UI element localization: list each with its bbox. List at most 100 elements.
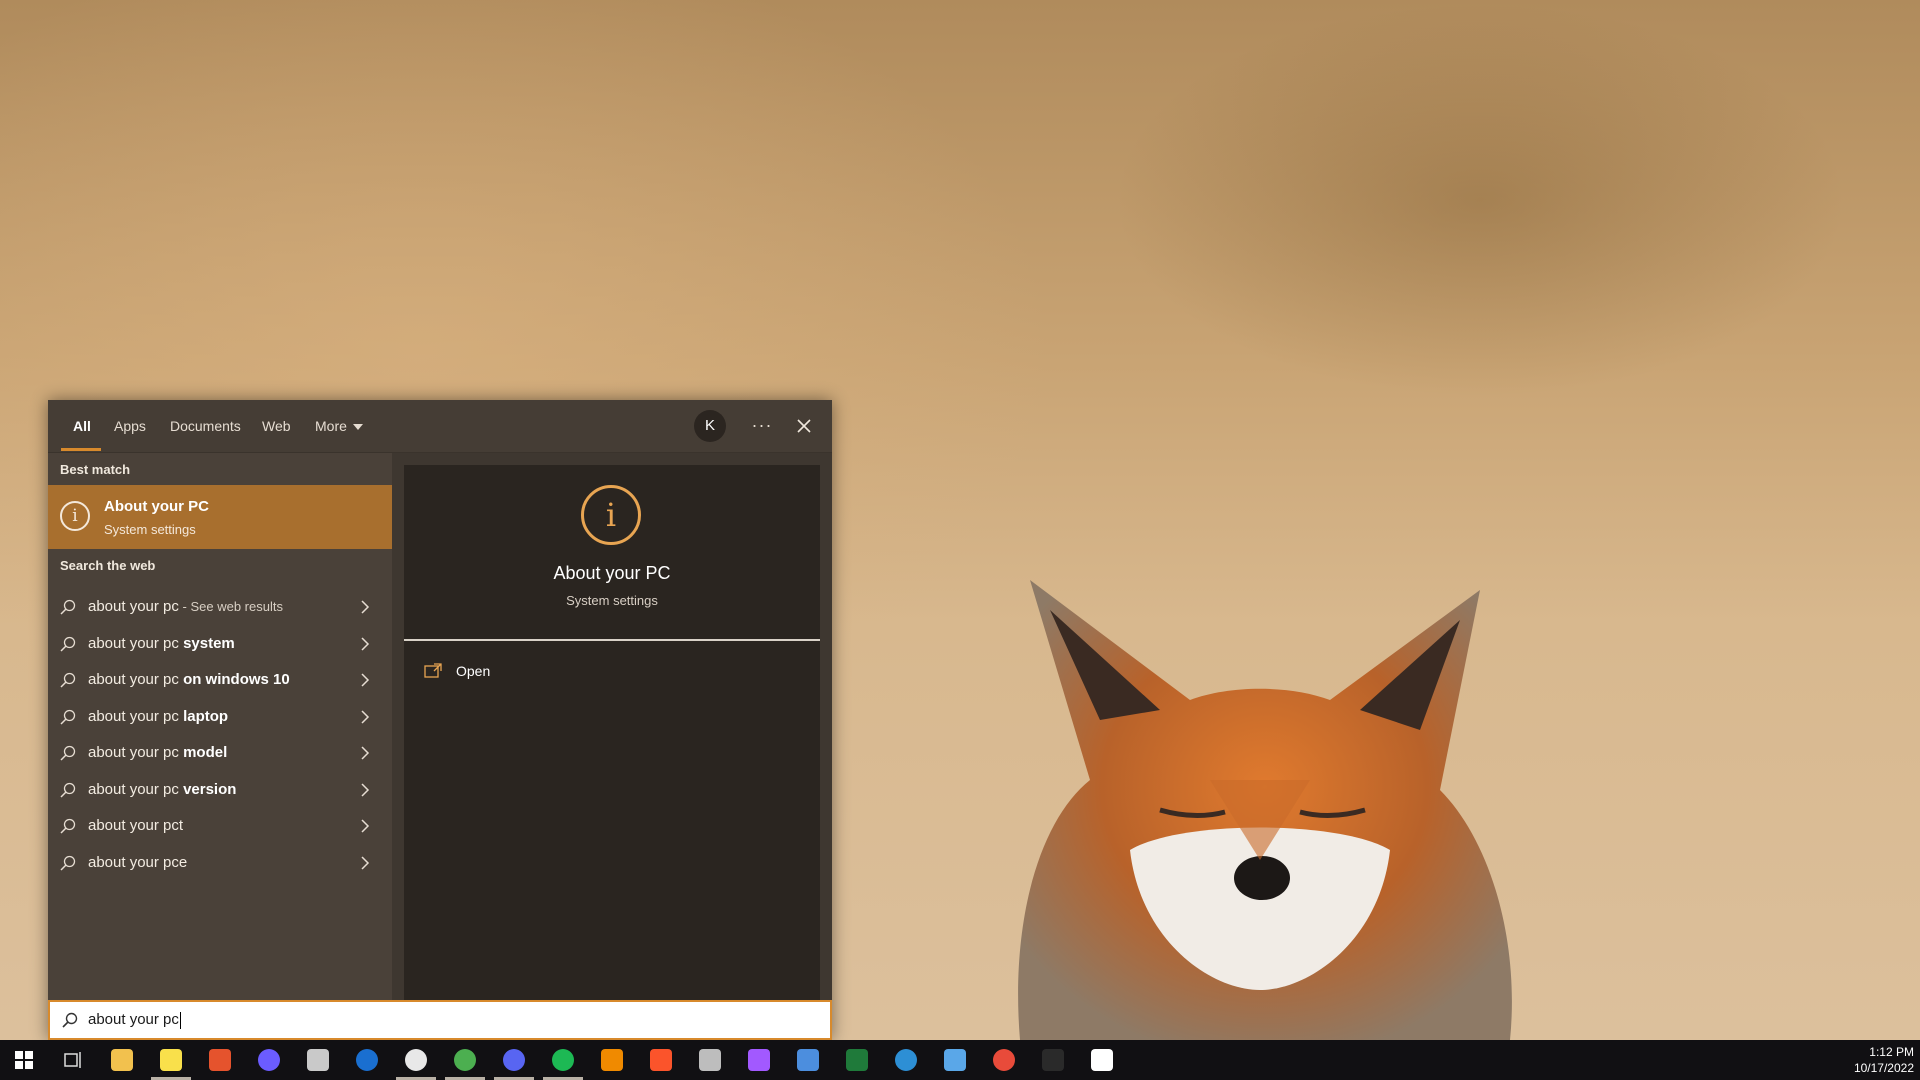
vlc-button[interactable] <box>588 1040 636 1080</box>
search-query: about your pc <box>88 1011 179 1028</box>
tab-documents[interactable]: Documents <box>170 400 241 452</box>
search-icon <box>60 855 76 871</box>
web-result-text: about your pct <box>88 817 183 834</box>
green-app-icon <box>846 1049 868 1071</box>
chevron-right-icon <box>361 673 370 687</box>
windows-icon <box>13 1049 35 1071</box>
web-result-text: about your pc version <box>88 781 236 798</box>
web-result-text: about your pc system <box>88 635 235 652</box>
preview-divider <box>404 639 820 641</box>
search-icon <box>60 709 76 725</box>
app-dots-button[interactable] <box>931 1040 979 1080</box>
web-result-bold: version <box>183 780 237 798</box>
grid-app-icon <box>797 1049 819 1071</box>
search-query-text: about your pc <box>88 1011 181 1029</box>
tab-more[interactable]: More <box>315 400 363 452</box>
open-action-label: Open <box>456 663 491 679</box>
brave-icon <box>650 1049 672 1071</box>
dots-app-icon <box>944 1049 966 1071</box>
web-result-item[interactable]: about your pc - See web results <box>48 589 392 625</box>
web-result-text: about your pc on windows 10 <box>88 671 290 688</box>
web-result-item[interactable]: about your pc on windows 10 <box>48 662 392 698</box>
app-mu-button[interactable] <box>882 1040 930 1080</box>
purple-app-icon <box>258 1049 280 1071</box>
search-icon <box>60 636 76 652</box>
search-icon <box>60 782 76 798</box>
figma-icon <box>748 1049 770 1071</box>
close-icon <box>797 419 811 433</box>
web-result-text: about your pc model <box>88 744 227 761</box>
web-result-suffix: - See web results <box>178 599 283 614</box>
web-result-prefix: about your pc <box>88 707 184 725</box>
task-view-button[interactable] <box>49 1040 97 1080</box>
web-result-prefix: about your pct <box>88 817 184 834</box>
tab-apps[interactable]: Apps <box>114 400 146 452</box>
search-web-heading: Search the web <box>60 558 156 573</box>
web-result-text: about your pce <box>88 854 187 871</box>
tab-all[interactable]: All <box>73 400 91 452</box>
app-green-button[interactable] <box>833 1040 881 1080</box>
web-result-prefix: about your pc <box>88 634 184 652</box>
chevron-right-icon <box>361 782 370 797</box>
app-ring-button[interactable] <box>980 1040 1028 1080</box>
red-app-icon <box>209 1049 231 1071</box>
preview-pane: i About your PC System settings Open <box>404 465 820 1000</box>
chevron-right-icon <box>361 746 370 760</box>
system-clock[interactable]: 1:12 PM 10/17/2022 <box>1844 1044 1914 1076</box>
best-match-subtitle: System settings <box>104 522 196 537</box>
text-cursor <box>179 1011 181 1029</box>
figma-button[interactable] <box>735 1040 783 1080</box>
web-result-item[interactable]: about your pc model <box>48 735 392 771</box>
best-match-title: About your PC <box>104 498 209 515</box>
sticky-notes-button[interactable] <box>147 1040 195 1080</box>
best-match-item[interactable]: i About your PC System settings <box>48 485 392 549</box>
brave-button[interactable] <box>637 1040 685 1080</box>
app-purple-button[interactable] <box>245 1040 293 1080</box>
fox-wallpaper-image <box>1018 580 1512 1040</box>
info-icon: i <box>60 501 90 531</box>
start-button[interactable] <box>0 1040 48 1080</box>
app-red-button[interactable] <box>196 1040 244 1080</box>
discord-icon <box>503 1049 525 1071</box>
web-result-prefix: about your pc <box>88 671 184 688</box>
web-result-text: about your pc laptop <box>88 708 228 725</box>
search-icon <box>60 672 76 688</box>
password-manager-button[interactable] <box>343 1040 391 1080</box>
clock-date: 10/17/2022 <box>1853 1061 1914 1075</box>
search-filter-bar: All Apps Documents Web More K ··· <box>48 400 832 453</box>
live-button[interactable] <box>1029 1040 1077 1080</box>
account-avatar[interactable]: K <box>694 410 726 442</box>
web-result-item[interactable]: about your pct <box>48 808 392 844</box>
chevron-right-icon <box>361 636 370 651</box>
l-app-icon <box>1091 1049 1113 1071</box>
web-result-item[interactable]: about your pc laptop <box>48 699 392 735</box>
app-pen-button[interactable] <box>686 1040 734 1080</box>
caret-down-icon <box>352 424 363 431</box>
cloud-app-icon <box>307 1049 329 1071</box>
web-result-item[interactable]: about your pce <box>48 845 392 881</box>
preview-title: About your PC <box>553 563 671 583</box>
close-button[interactable] <box>788 410 820 442</box>
app-l-button[interactable] <box>1078 1040 1126 1080</box>
tab-web[interactable]: Web <box>262 400 291 452</box>
pen-app-icon <box>699 1049 721 1071</box>
folder-icon <box>111 1049 133 1071</box>
discord-button[interactable] <box>490 1040 538 1080</box>
search-input[interactable]: about your pc <box>48 1000 832 1040</box>
web-result-bold: system <box>183 634 235 652</box>
chevron-right-icon <box>361 855 370 870</box>
file-explorer-button[interactable] <box>98 1040 146 1080</box>
web-result-item[interactable]: about your pc version <box>48 772 392 808</box>
info-icon: i <box>581 485 641 545</box>
slack-icon <box>405 1049 427 1071</box>
chrome-button[interactable] <box>441 1040 489 1080</box>
slack-button[interactable] <box>392 1040 440 1080</box>
app-grid-button[interactable] <box>784 1040 832 1080</box>
preview-subtitle: System settings <box>566 593 658 608</box>
spotify-button[interactable] <box>539 1040 587 1080</box>
web-result-prefix: about your pc <box>88 598 179 615</box>
more-options-button[interactable]: ··· <box>746 410 778 442</box>
sticky-note-icon <box>160 1049 182 1071</box>
app-cloud-button[interactable] <box>294 1040 342 1080</box>
web-result-item[interactable]: about your pc system <box>48 626 392 662</box>
